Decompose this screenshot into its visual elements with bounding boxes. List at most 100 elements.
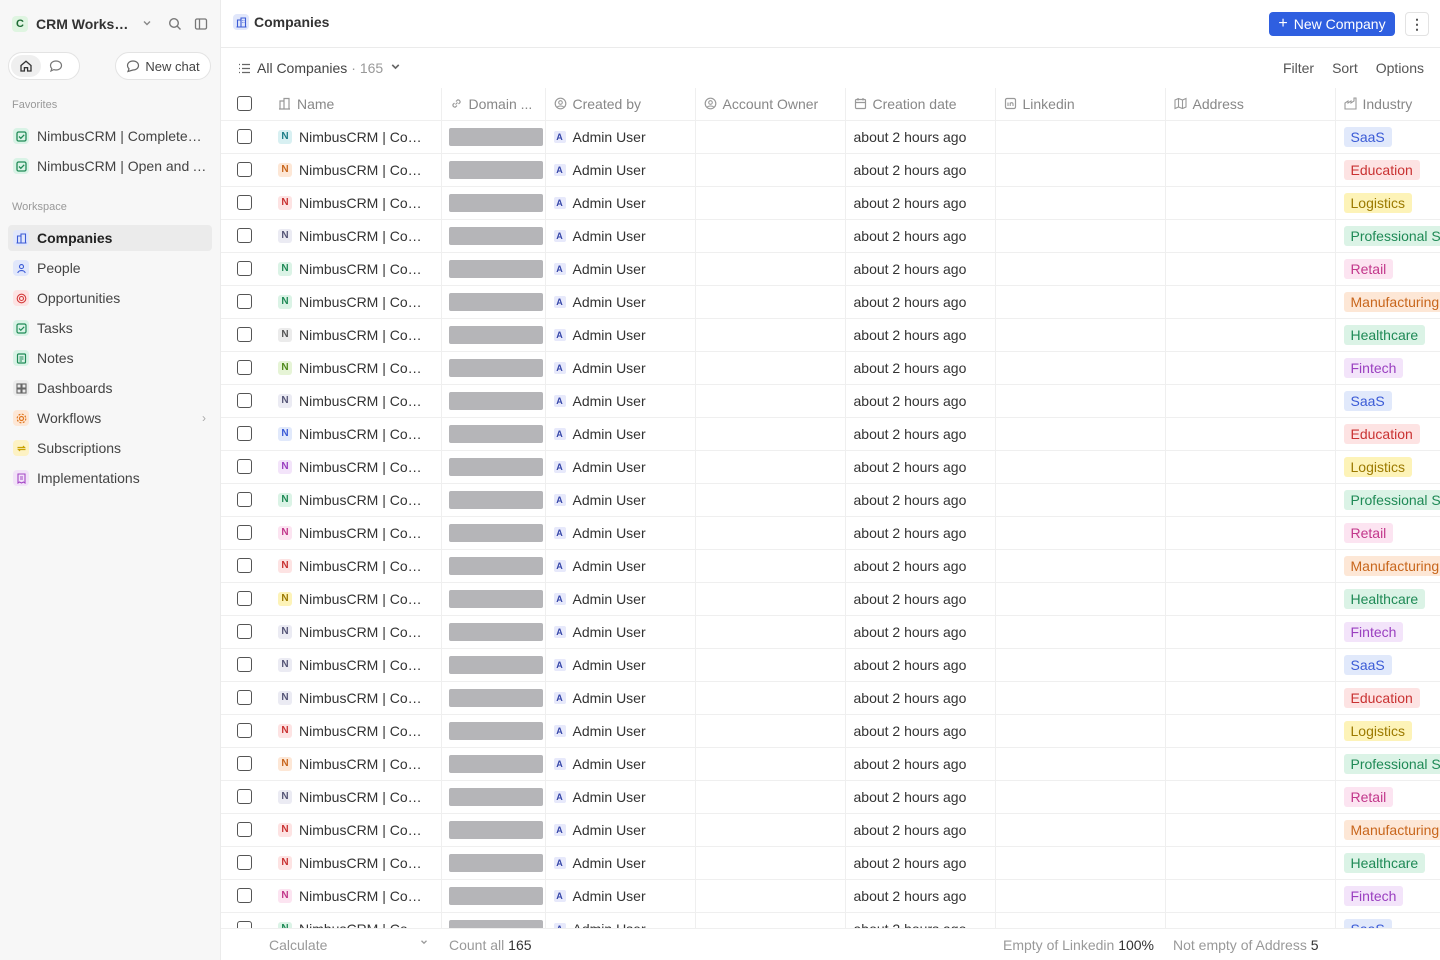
created-by-cell[interactable]: AAdmin User	[545, 714, 696, 748]
domain-cell[interactable]	[441, 120, 546, 154]
chat-bubble-icon[interactable]	[41, 55, 71, 77]
industry-cell[interactable]: Retail	[1335, 516, 1440, 550]
row-checkbox[interactable]	[237, 360, 252, 375]
industry-cell[interactable]: SaaS	[1335, 384, 1440, 418]
table-row[interactable]: NNimbusCRM | CompaniesAAdmin Userabout 2…	[221, 153, 1440, 187]
linkedin-cell[interactable]	[995, 219, 1166, 253]
linkedin-cell[interactable]	[995, 186, 1166, 220]
account-owner-cell[interactable]	[695, 648, 846, 682]
created-by-cell[interactable]: AAdmin User	[545, 615, 696, 649]
row-checkbox[interactable]	[237, 228, 252, 243]
row-checkbox[interactable]	[237, 822, 252, 837]
industry-cell[interactable]: SaaS	[1335, 648, 1440, 682]
domain-cell[interactable]	[441, 813, 546, 847]
address-cell[interactable]	[1165, 813, 1336, 847]
industry-cell[interactable]: Professional Services	[1335, 219, 1440, 253]
industry-cell[interactable]: Manufacturing	[1335, 813, 1440, 847]
account-owner-cell[interactable]	[695, 219, 846, 253]
domain-cell[interactable]	[441, 384, 546, 418]
more-options-icon[interactable]: ⋮	[1405, 12, 1429, 36]
table-row[interactable]: NNimbusCRM | CompaniesAAdmin Userabout 2…	[221, 879, 1440, 913]
creation-date-cell[interactable]: about 2 hours ago	[845, 912, 996, 928]
linkedin-cell[interactable]	[995, 285, 1166, 319]
linkedin-cell[interactable]	[995, 648, 1166, 682]
account-owner-cell[interactable]	[695, 780, 846, 814]
linkedin-cell[interactable]	[995, 384, 1166, 418]
sidebar-item-subscriptions[interactable]: Subscriptions	[8, 435, 212, 461]
industry-cell[interactable]: Logistics	[1335, 714, 1440, 748]
address-cell[interactable]	[1165, 681, 1336, 715]
row-checkbox[interactable]	[237, 921, 252, 928]
creation-date-cell[interactable]: about 2 hours ago	[845, 747, 996, 781]
created-by-cell[interactable]: AAdmin User	[545, 186, 696, 220]
domain-cell[interactable]	[441, 648, 546, 682]
address-cell[interactable]	[1165, 450, 1336, 484]
created-by-cell[interactable]: AAdmin User	[545, 450, 696, 484]
options-button[interactable]: Options	[1376, 60, 1424, 76]
row-checkbox[interactable]	[237, 492, 252, 507]
creation-date-cell[interactable]: about 2 hours ago	[845, 615, 996, 649]
address-cell[interactable]	[1165, 483, 1336, 517]
account-owner-cell[interactable]	[695, 186, 846, 220]
address-cell[interactable]	[1165, 351, 1336, 385]
row-checkbox[interactable]	[237, 855, 252, 870]
table-row[interactable]: NNimbusCRM | CompaniesAAdmin Userabout 2…	[221, 285, 1440, 319]
creation-date-cell[interactable]: about 2 hours ago	[845, 813, 996, 847]
new-chat-button[interactable]: New chat	[115, 52, 211, 80]
column-header-address[interactable]: Address	[1165, 88, 1336, 121]
linkedin-cell[interactable]	[995, 516, 1166, 550]
domain-cell[interactable]	[441, 615, 546, 649]
linkedin-cell[interactable]	[995, 747, 1166, 781]
table-row[interactable]: NNimbusCRM | CompaniesAAdmin Userabout 2…	[221, 384, 1440, 418]
address-cell[interactable]	[1165, 120, 1336, 154]
creation-date-cell[interactable]: about 2 hours ago	[845, 846, 996, 880]
created-by-cell[interactable]: AAdmin User	[545, 120, 696, 154]
row-checkbox[interactable]	[237, 294, 252, 309]
account-owner-cell[interactable]	[695, 384, 846, 418]
linkedin-cell[interactable]	[995, 813, 1166, 847]
industry-cell[interactable]: Professional Services	[1335, 483, 1440, 517]
home-icon[interactable]	[11, 55, 41, 77]
created-by-cell[interactable]: AAdmin User	[545, 549, 696, 583]
account-owner-cell[interactable]	[695, 747, 846, 781]
sidebar-item-people[interactable]: People	[8, 255, 212, 281]
industry-cell[interactable]: Healthcare	[1335, 846, 1440, 880]
table-row[interactable]: NNimbusCRM | CompaniesAAdmin Userabout 2…	[221, 615, 1440, 649]
name-cell[interactable]: N NimbusCRM | Companies	[270, 120, 442, 154]
address-cell[interactable]	[1165, 153, 1336, 187]
address-cell[interactable]	[1165, 318, 1336, 352]
table-row[interactable]: NNimbusCRM | CompaniesAAdmin Userabout 2…	[221, 516, 1440, 550]
created-by-cell[interactable]: AAdmin User	[545, 219, 696, 253]
account-owner-cell[interactable]	[695, 252, 846, 286]
address-cell[interactable]	[1165, 417, 1336, 451]
name-cell[interactable]: N NimbusCRM | Companies	[270, 483, 442, 517]
created-by-cell[interactable]: AAdmin User	[545, 285, 696, 319]
domain-cell[interactable]	[441, 846, 546, 880]
row-checkbox[interactable]	[237, 690, 252, 705]
creation-date-cell[interactable]: about 2 hours ago	[845, 450, 996, 484]
count-all-stat[interactable]: Count all 165	[449, 937, 532, 953]
linkedin-cell[interactable]	[995, 912, 1166, 928]
address-cell[interactable]	[1165, 285, 1336, 319]
table-row[interactable]: NNimbusCRM | CompaniesAAdmin Userabout 2…	[221, 120, 1440, 154]
name-cell[interactable]: N NimbusCRM | Companies	[270, 516, 442, 550]
domain-cell[interactable]	[441, 912, 546, 928]
creation-date-cell[interactable]: about 2 hours ago	[845, 153, 996, 187]
row-checkbox[interactable]	[237, 558, 252, 573]
account-owner-cell[interactable]	[695, 813, 846, 847]
table-row[interactable]: NNimbusCRM | CompaniesAAdmin Userabout 2…	[221, 747, 1440, 781]
name-cell[interactable]: N NimbusCRM | Companies	[270, 780, 442, 814]
name-cell[interactable]: N NimbusCRM | Companies	[270, 153, 442, 187]
industry-cell[interactable]: Retail	[1335, 252, 1440, 286]
table-row[interactable]: NNimbusCRM | CompaniesAAdmin Userabout 2…	[221, 186, 1440, 220]
name-cell[interactable]: N NimbusCRM | Companies	[270, 252, 442, 286]
linkedin-cell[interactable]	[995, 417, 1166, 451]
created-by-cell[interactable]: AAdmin User	[545, 681, 696, 715]
creation-date-cell[interactable]: about 2 hours ago	[845, 483, 996, 517]
name-cell[interactable]: N NimbusCRM | Companies	[270, 219, 442, 253]
domain-cell[interactable]	[441, 252, 546, 286]
created-by-cell[interactable]: AAdmin User	[545, 912, 696, 928]
row-checkbox[interactable]	[237, 591, 252, 606]
chevron-down-icon[interactable]	[389, 60, 408, 76]
table-row[interactable]: NNimbusCRM | CompaniesAAdmin Userabout 2…	[221, 912, 1440, 928]
